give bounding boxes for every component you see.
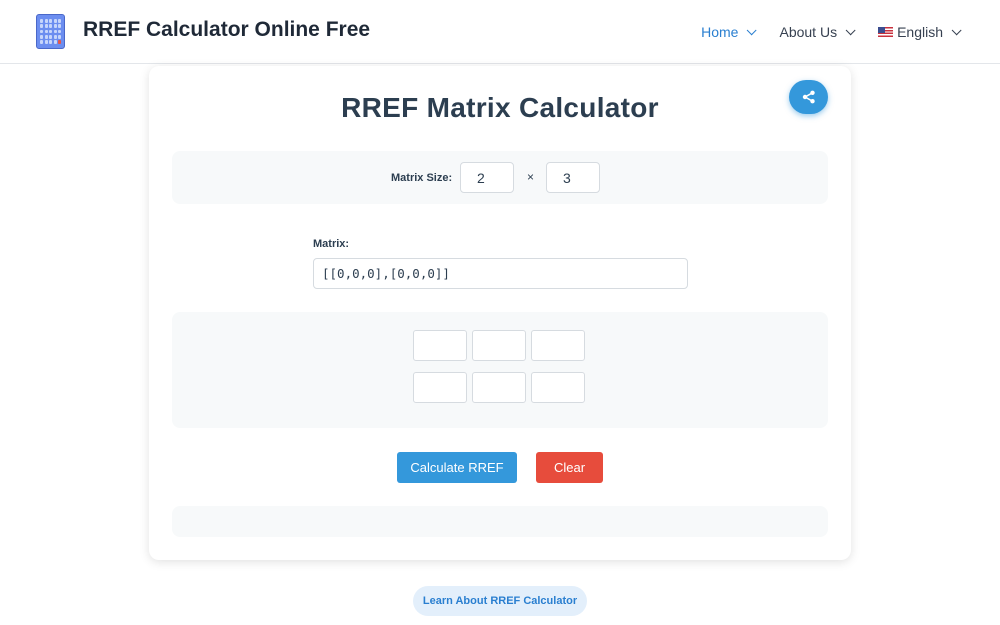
matrix-cell-r1c3[interactable] bbox=[531, 330, 585, 361]
nav-home[interactable]: Home bbox=[701, 24, 758, 40]
site-header: RREF Calculator Online Free Home About U… bbox=[0, 0, 1000, 64]
calculator-card: RREF Matrix Calculator Matrix Size: × Ma… bbox=[149, 66, 851, 560]
matrix-size-label: Matrix Size: bbox=[391, 172, 453, 184]
learn-about-button[interactable]: Learn About RREF Calculator bbox=[413, 586, 587, 616]
nav-language-label: English bbox=[897, 24, 943, 40]
nav-about-label: About Us bbox=[779, 24, 838, 40]
matrix-cell-r2c3[interactable] bbox=[531, 372, 585, 403]
us-flag-icon bbox=[878, 27, 894, 37]
share-icon bbox=[802, 90, 815, 104]
columns-input[interactable] bbox=[546, 162, 600, 193]
site-title[interactable]: RREF Calculator Online Free bbox=[83, 18, 370, 42]
matrix-cell-r2c2[interactable] bbox=[472, 372, 526, 403]
matrix-text-input[interactable] bbox=[313, 258, 688, 289]
calculator-icon[interactable] bbox=[36, 14, 65, 49]
matrix-size-panel: Matrix Size: × bbox=[172, 151, 828, 204]
matrix-grid-panel bbox=[172, 312, 828, 428]
clear-button[interactable]: Clear bbox=[536, 452, 603, 483]
page-title: RREF Matrix Calculator bbox=[341, 92, 659, 123]
nav-home-label: Home bbox=[701, 24, 739, 40]
matrix-cell-r1c1[interactable] bbox=[413, 330, 467, 361]
chevron-down-icon bbox=[845, 24, 856, 35]
times-sign: × bbox=[527, 170, 535, 184]
matrix-cell-r1c2[interactable] bbox=[472, 330, 526, 361]
calculate-rref-button[interactable]: Calculate RREF bbox=[397, 452, 517, 483]
matrix-cell-r2c1[interactable] bbox=[413, 372, 467, 403]
matrix-label: Matrix: bbox=[313, 238, 350, 250]
main-nav: Home About Us English bbox=[701, 22, 962, 42]
share-button[interactable] bbox=[789, 80, 828, 114]
result-panel bbox=[172, 506, 828, 537]
chevron-down-icon bbox=[747, 24, 758, 35]
nav-about-us[interactable]: About Us bbox=[779, 24, 856, 40]
rows-input[interactable] bbox=[460, 162, 514, 193]
nav-language[interactable]: English bbox=[878, 24, 962, 40]
chevron-down-icon bbox=[951, 24, 962, 35]
